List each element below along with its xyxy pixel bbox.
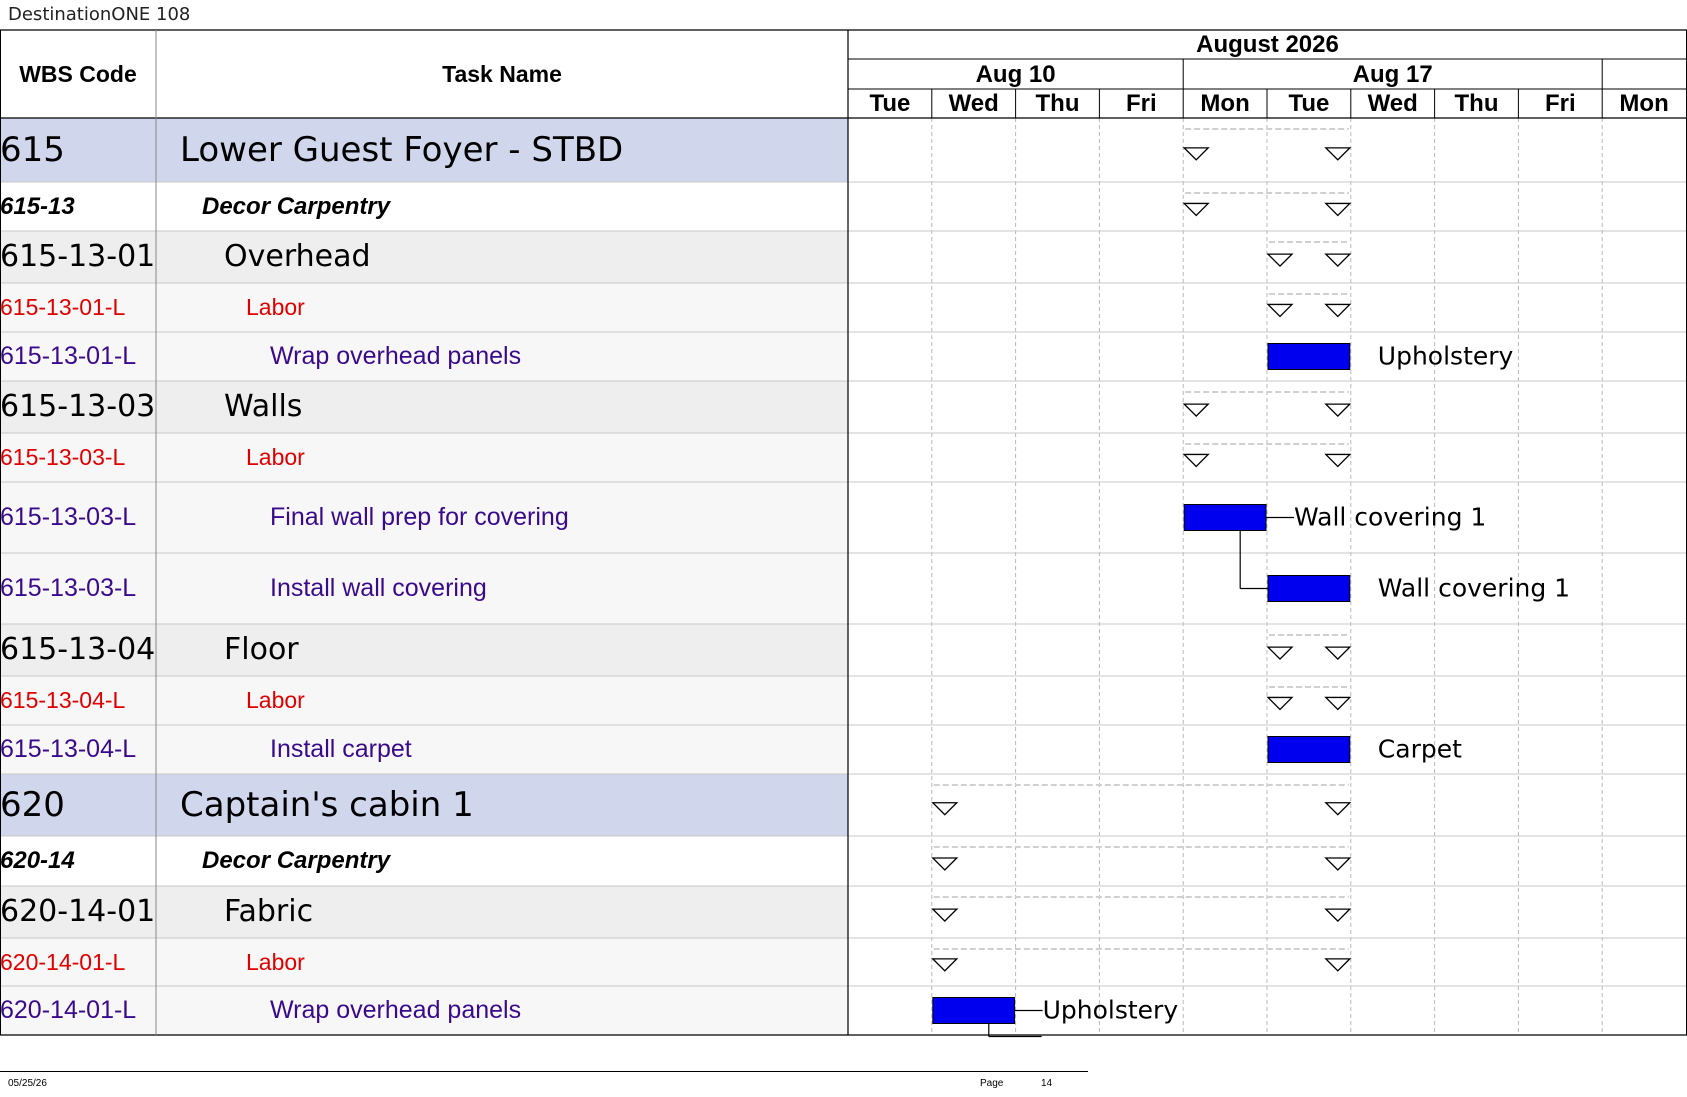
summary-end-marker (1324, 202, 1352, 217)
summary-end-marker (1324, 857, 1352, 871)
task-bar (932, 997, 1016, 1024)
footer-page-label: Page (980, 1078, 1004, 1089)
schedule-sheet: 615 Lower Guest Foyer - STBD 615-13 Decor C… (0, 0, 1687, 1097)
summary-end-marker (1324, 802, 1352, 816)
summary-end-marker (1324, 147, 1352, 161)
bar-label: Upholstery (1043, 996, 1179, 1025)
summary-start-marker (1182, 202, 1210, 217)
summary-start-marker (931, 958, 959, 972)
summary-start-marker (1182, 147, 1210, 161)
task-bar (1267, 343, 1351, 370)
summary-start-marker (1182, 453, 1210, 468)
summary-start-marker (1266, 696, 1294, 711)
summary-end-marker (1324, 303, 1352, 318)
summary-start-marker (931, 857, 959, 871)
footer-page-number: 14 (1041, 1078, 1053, 1089)
summary-start-marker (1266, 253, 1294, 268)
bar-label: Upholstery (1378, 342, 1514, 371)
summary-start-marker (931, 908, 959, 923)
task-bar (1267, 575, 1351, 602)
summary-end-marker (1324, 646, 1352, 661)
summary-end-marker (1324, 908, 1352, 923)
bar-label: Carpet (1378, 735, 1462, 764)
task-bar (1183, 504, 1267, 531)
bar-label: Wall covering 1 (1378, 574, 1570, 603)
summary-end-marker (1324, 403, 1352, 418)
summary-end-marker (1324, 453, 1352, 468)
footer-rule (0, 1071, 1088, 1072)
summary-end-marker (1324, 958, 1352, 972)
footer-date: 05/25/26 (8, 1078, 47, 1089)
summary-start-marker (1266, 646, 1294, 661)
bar-label: Wall covering 1 (1294, 503, 1486, 532)
summary-start-marker (1266, 303, 1294, 318)
summary-start-marker (1182, 403, 1210, 418)
task-bar (1267, 736, 1351, 763)
summary-start-marker (931, 802, 959, 816)
summary-end-marker (1324, 696, 1352, 711)
gantt-chart: Upholstery Wall covering 1 Wall covering 1… (0, 29, 1687, 1038)
summary-end-marker (1324, 253, 1352, 268)
